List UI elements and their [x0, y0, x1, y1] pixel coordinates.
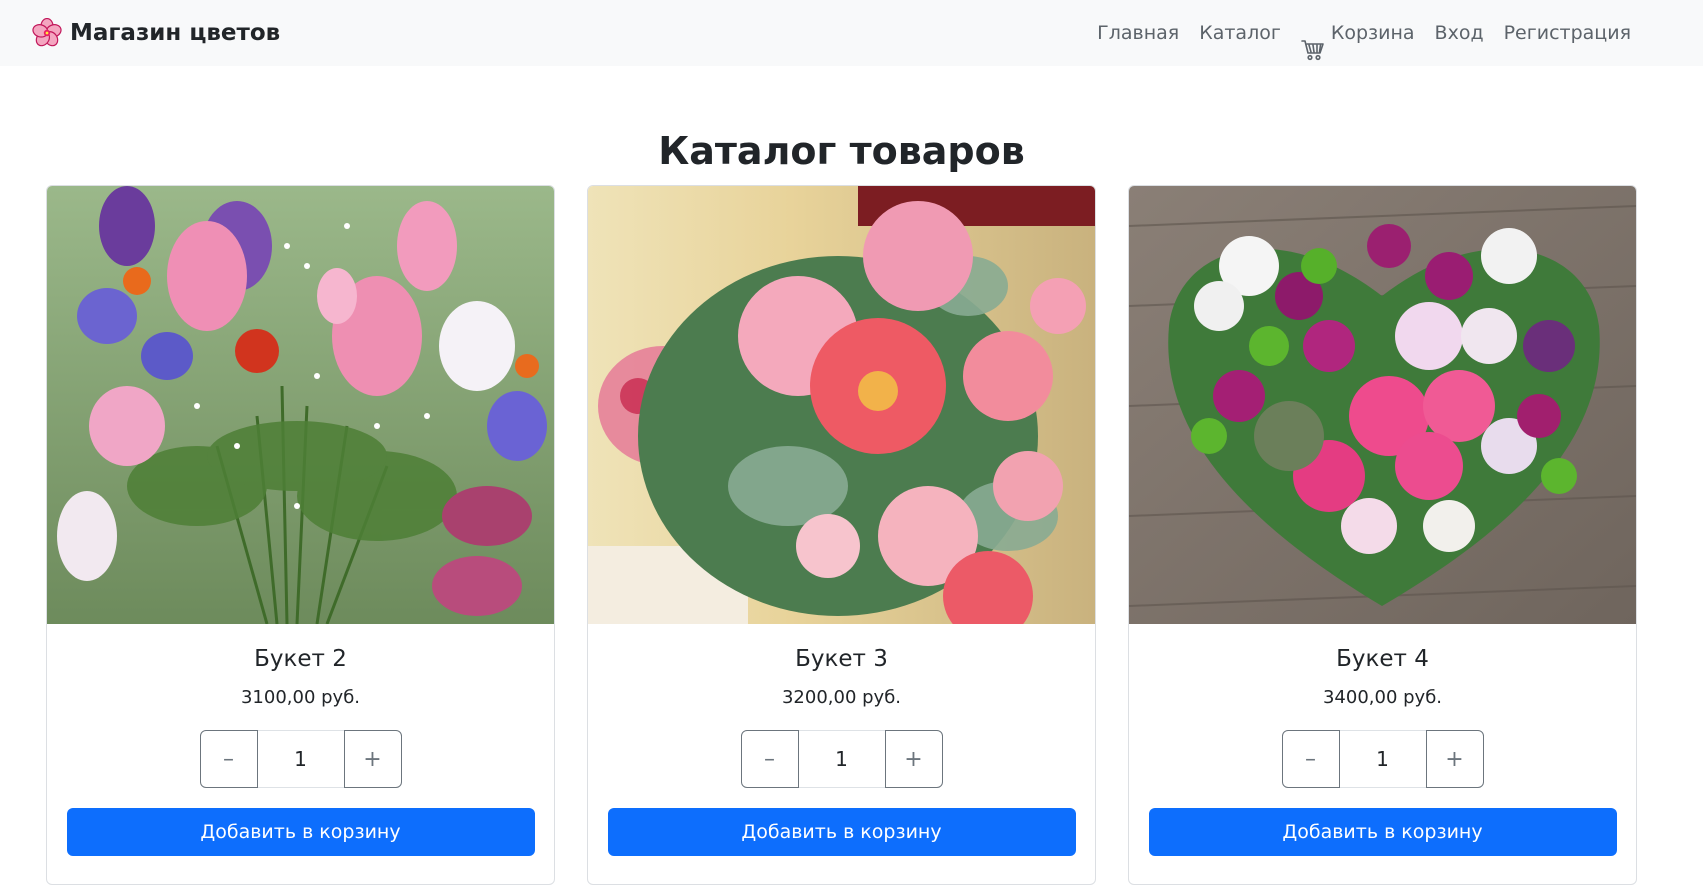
quantity-input[interactable] [1339, 730, 1426, 788]
product-card-body: Букет 3 3200,00 руб. – + Добавить в корз… [588, 624, 1095, 856]
product-card: Букет 2 3100,00 руб. – + Добавить в корз… [46, 185, 555, 885]
increase-quantity-button[interactable]: + [884, 730, 943, 788]
product-price: 3200,00 руб. [781, 687, 902, 708]
product-card-body: Букет 2 3100,00 руб. – + Добавить в корз… [47, 624, 554, 856]
main-nav: Главная Каталог Корзина Вход Регистрация [1087, 0, 1641, 66]
quantity-input[interactable] [798, 730, 885, 788]
nav-link-home[interactable]: Главная [1087, 0, 1189, 66]
increase-quantity-button[interactable]: + [343, 730, 402, 788]
sakura-flower-icon [32, 18, 62, 48]
product-name: Букет 2 [254, 646, 347, 672]
decrease-quantity-button[interactable]: – [199, 730, 258, 788]
increase-quantity-button[interactable]: + [1425, 730, 1484, 788]
product-image-wildflowers[interactable] [47, 186, 554, 624]
product-image-peony-bouquet[interactable] [588, 186, 1095, 624]
brand-name: Магазин цветов [70, 20, 281, 46]
add-to-cart-button[interactable]: Добавить в корзину [607, 808, 1076, 856]
product-price: 3100,00 руб. [240, 687, 361, 708]
navbar: Магазин цветов Главная Каталог Корзина В… [0, 0, 1703, 66]
product-image-heart-box[interactable] [1129, 186, 1636, 624]
decrease-quantity-button[interactable]: – [740, 730, 799, 788]
quantity-input[interactable] [257, 730, 344, 788]
nav-link-register[interactable]: Регистрация [1494, 0, 1641, 66]
nav-link-catalog[interactable]: Каталог [1189, 0, 1291, 66]
product-card-body: Букет 4 3400,00 руб. – + Добавить в корз… [1129, 624, 1636, 856]
nav-link-cart[interactable]: Корзина [1291, 0, 1425, 66]
brand-link[interactable]: Магазин цветов [32, 18, 280, 48]
add-to-cart-button[interactable]: Добавить в корзину [66, 808, 535, 856]
product-price: 3400,00 руб. [1322, 687, 1443, 708]
product-name: Букет 3 [795, 646, 888, 672]
shopping-cart-icon [1301, 22, 1325, 61]
product-name: Букет 4 [1336, 646, 1429, 672]
decrease-quantity-button[interactable]: – [1281, 730, 1340, 788]
quantity-stepper: – + [47, 730, 554, 788]
product-grid: Букет 2 3100,00 руб. – + Добавить в корз… [46, 185, 1637, 885]
quantity-stepper: – + [1129, 730, 1636, 788]
quantity-stepper: – + [588, 730, 1095, 788]
page-title: Каталог товаров [658, 129, 1025, 173]
nav-link-login[interactable]: Вход [1425, 0, 1494, 66]
add-to-cart-button[interactable]: Добавить в корзину [1148, 808, 1617, 856]
product-card: Букет 3 3200,00 руб. – + Добавить в корз… [587, 185, 1096, 885]
nav-link-cart-label: Корзина [1330, 22, 1415, 44]
product-card: Букет 4 3400,00 руб. – + Добавить в корз… [1128, 185, 1637, 885]
